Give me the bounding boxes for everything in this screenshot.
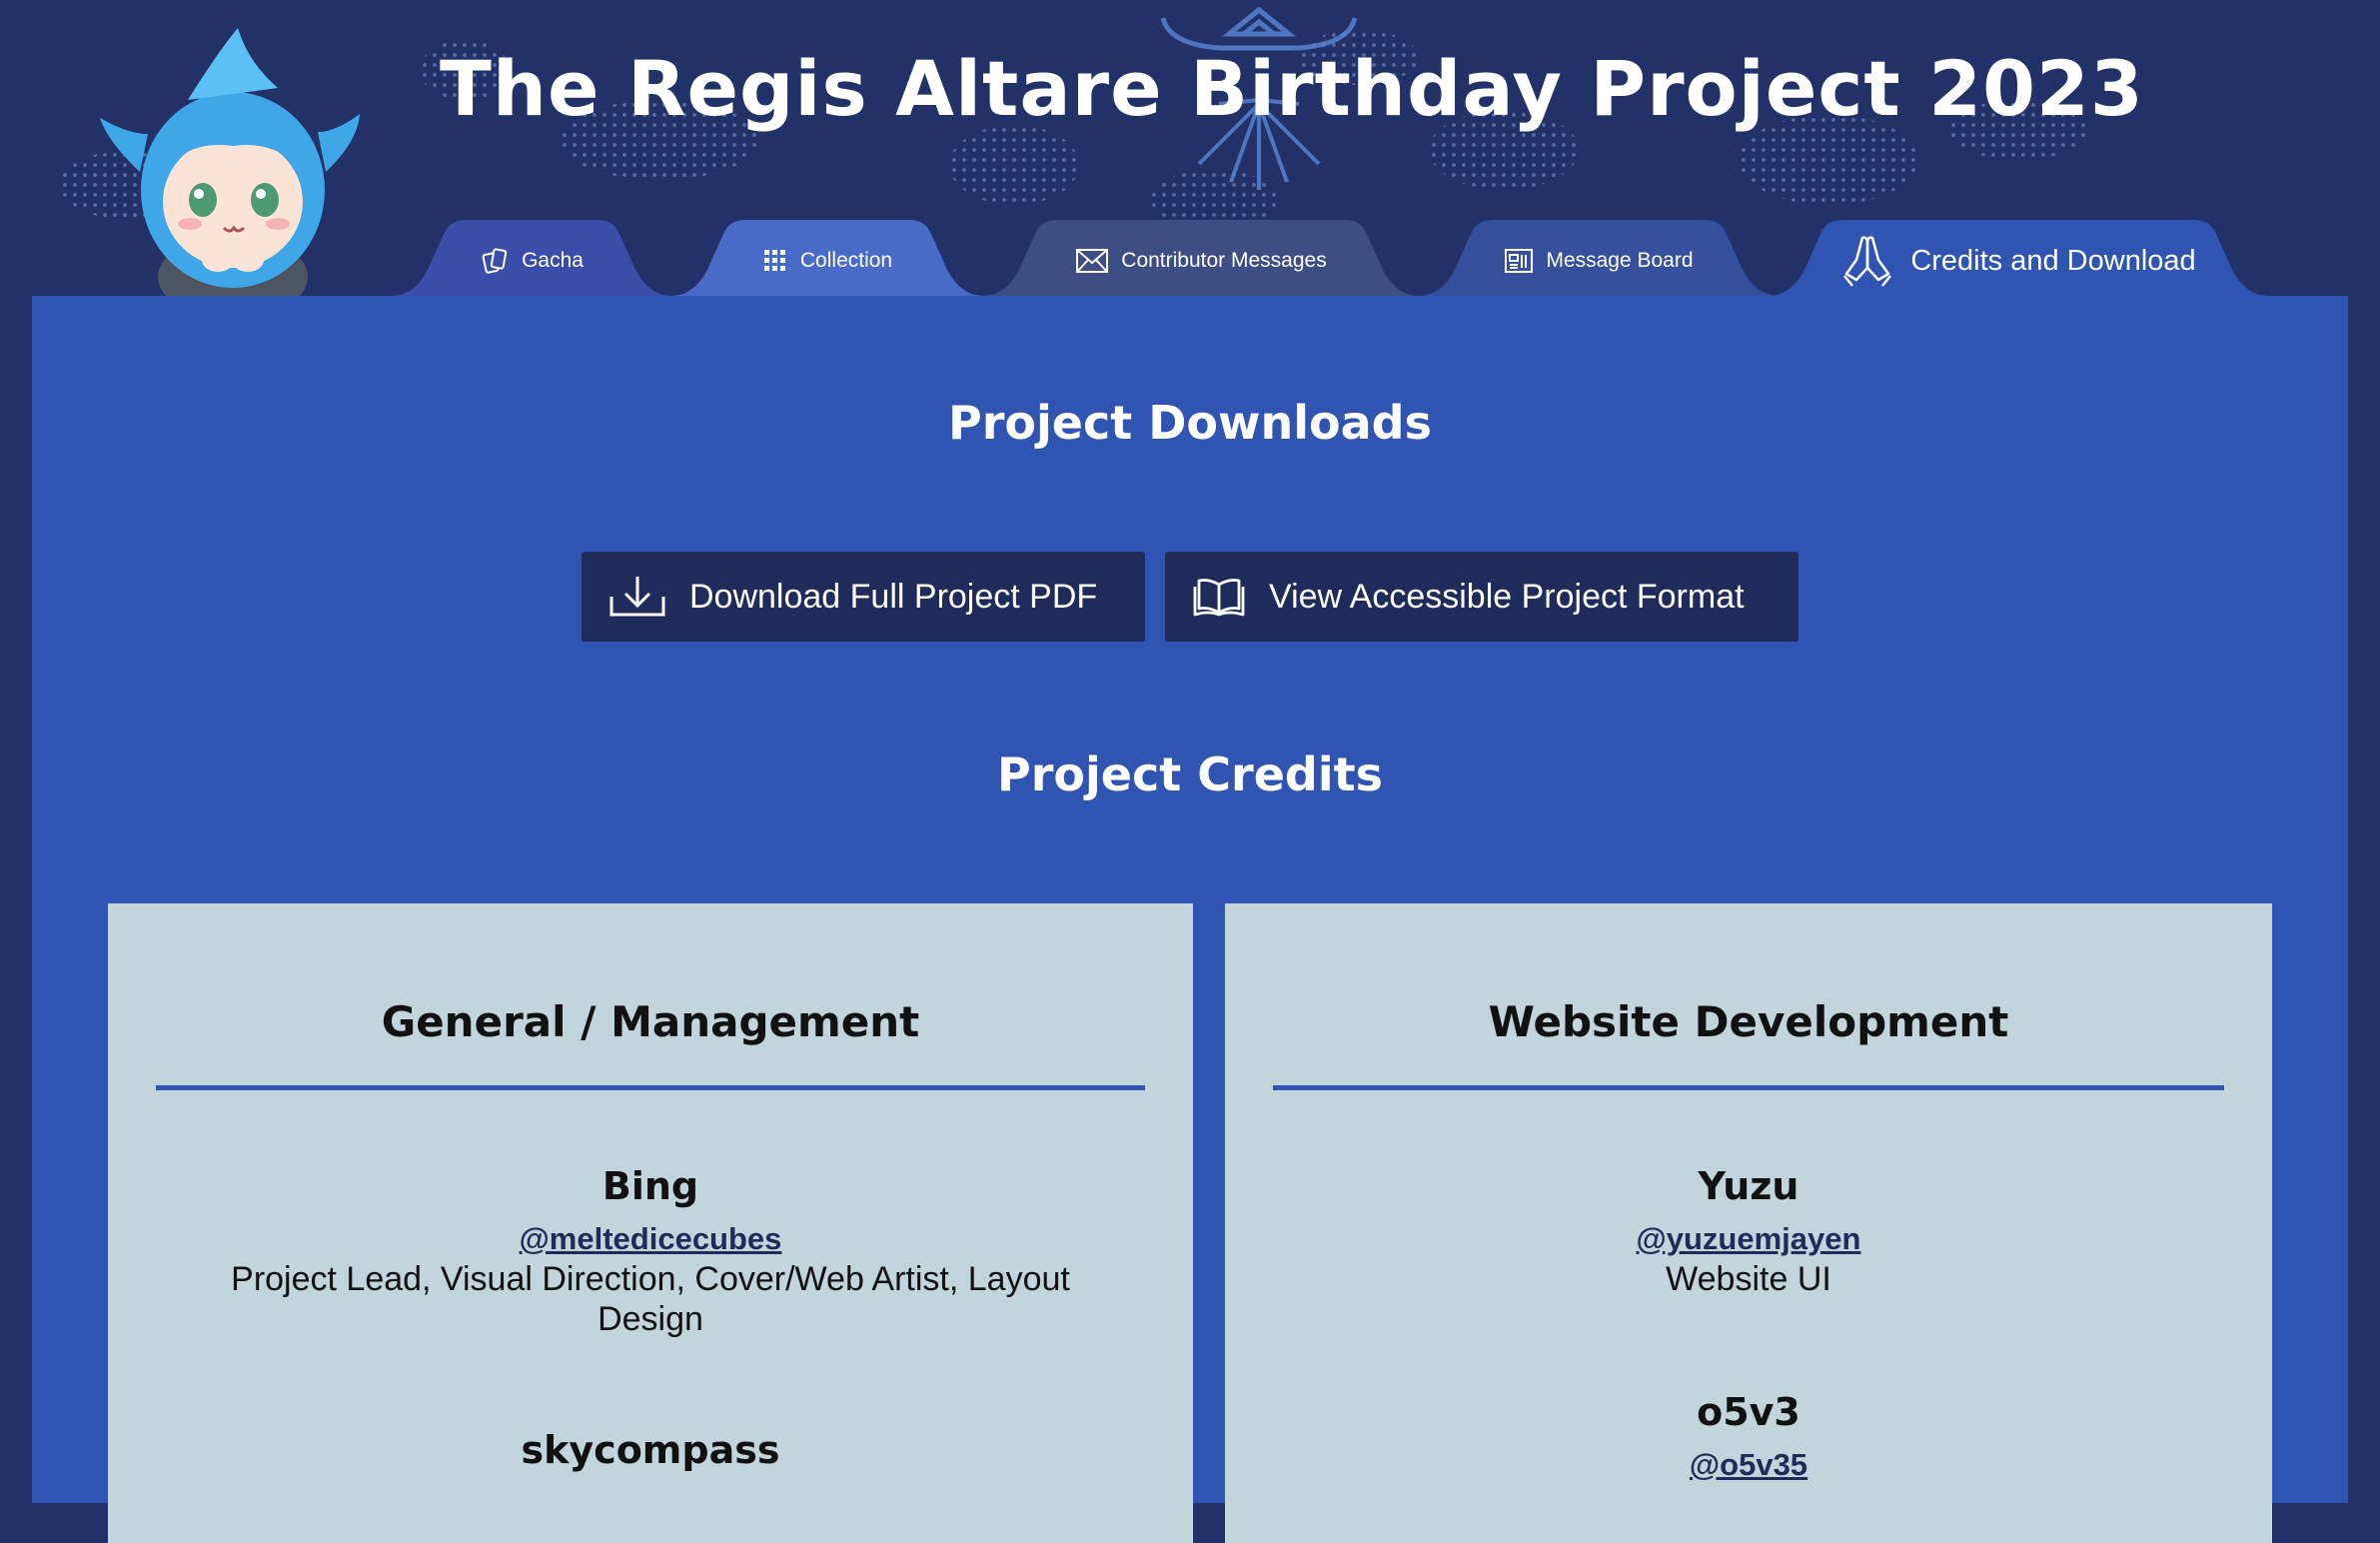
credits-card-website: Website Development Yuzu @yuzuemjayen We… xyxy=(1225,903,2272,1543)
credit-entry: skycompass xyxy=(108,1425,1193,1475)
view-accessible-button[interactable]: View Accessible Project Format xyxy=(1165,552,1798,642)
tab-label: Contributor Messages xyxy=(1121,249,1327,272)
site-header: The Regis Altare Birthday Project 2023 G… xyxy=(0,0,2380,300)
board-icon xyxy=(1505,249,1534,273)
credit-handle-link[interactable]: @o5v35 xyxy=(1690,1445,1807,1485)
tab-contributor-messages[interactable]: Contributor Messages xyxy=(983,220,1419,296)
praying-hands-icon xyxy=(1843,236,1892,287)
downloads-heading: Project Downloads xyxy=(948,396,1432,450)
credits-heading: Project Credits xyxy=(997,748,1383,801)
site-title: The Regis Altare Birthday Project 2023 xyxy=(440,44,2144,133)
credit-name: Yuzu xyxy=(1698,1164,1799,1208)
tab-label: Credits and Download xyxy=(1910,244,2196,277)
card-divider xyxy=(156,1085,1145,1090)
credit-entry: Bing @meltedicecubes Project Lead, Visua… xyxy=(108,1161,1193,1339)
tab-collection[interactable]: Collection xyxy=(671,220,983,296)
credit-name: Bing xyxy=(601,1164,699,1208)
grid-icon xyxy=(763,250,785,271)
tab-label: Collection xyxy=(799,249,893,272)
download-pdf-label: Download Full Project PDF xyxy=(689,577,1098,616)
credit-handle-link[interactable]: @meltedicecubes xyxy=(520,1219,782,1259)
cards-icon xyxy=(482,248,508,274)
credit-role: Website UI xyxy=(1666,1260,1831,1298)
credit-name: skycompass xyxy=(521,1428,780,1472)
download-icon xyxy=(609,577,665,617)
credits-card-general: General / Management Bing @meltedicecube… xyxy=(108,903,1193,1543)
book-icon xyxy=(1193,579,1245,617)
main-content: Project Downloads Download Full Project … xyxy=(32,296,2348,1543)
tab-gacha[interactable]: Gacha xyxy=(392,220,671,296)
credit-entry: o5v3 @o5v35 xyxy=(1225,1387,2272,1485)
envelope-icon xyxy=(1076,249,1109,273)
card-title: Website Development xyxy=(1488,997,2009,1046)
card-title: General / Management xyxy=(381,997,920,1046)
tab-credits-and-download[interactable]: Credits and Download xyxy=(1769,220,2268,296)
mascot-image xyxy=(100,28,360,300)
background-pattern xyxy=(949,125,1079,205)
credit-entry: Yuzu @yuzuemjayen Website UI xyxy=(1225,1161,2272,1299)
credit-role: Project Lead, Visual Direction, Cover/We… xyxy=(231,1260,1070,1338)
tab-message-board[interactable]: Message Board xyxy=(1419,220,1779,296)
view-accessible-label: View Accessible Project Format xyxy=(1269,577,1745,616)
download-pdf-button[interactable]: Download Full Project PDF xyxy=(582,552,1145,642)
credit-handle-link[interactable]: @yuzuemjayen xyxy=(1637,1219,1861,1259)
tab-label: Message Board xyxy=(1546,249,1694,272)
card-divider xyxy=(1273,1085,2224,1090)
tab-label: Gacha xyxy=(522,249,584,272)
credit-name: o5v3 xyxy=(1697,1390,1800,1434)
